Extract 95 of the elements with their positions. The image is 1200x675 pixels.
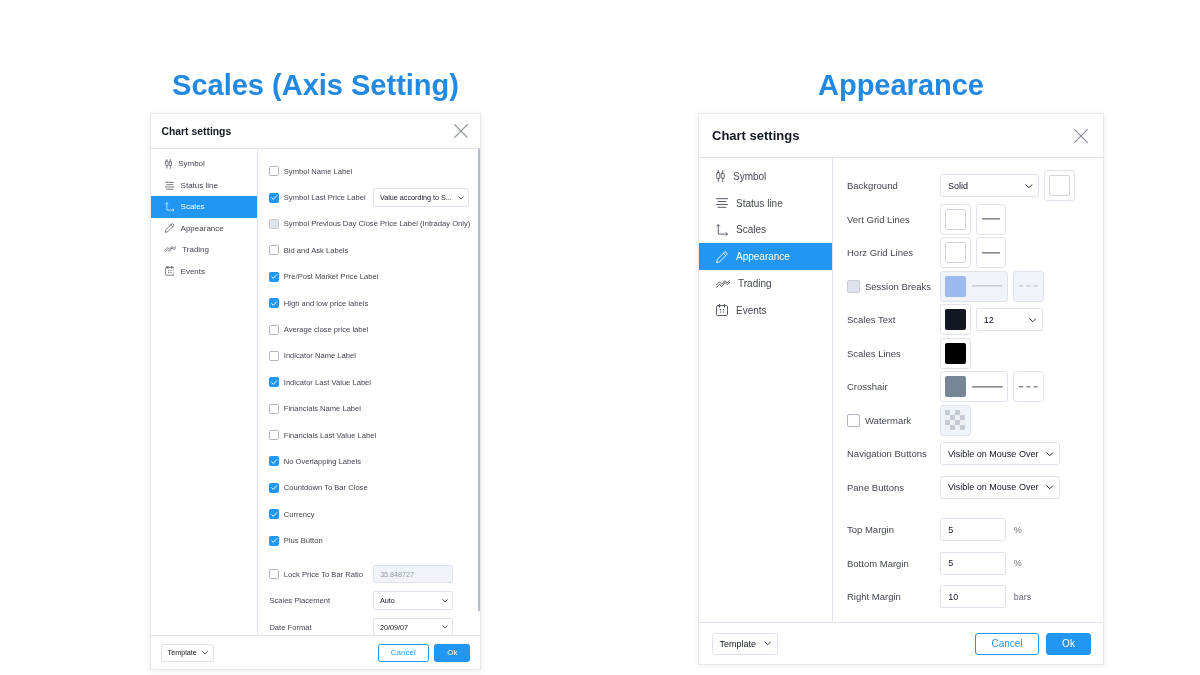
checkbox[interactable] [269,350,280,361]
checkmark-icon [271,195,278,201]
chevron-down-icon [202,650,209,655]
setting-label: Watermark [865,414,912,426]
checkmark-icon [271,458,278,464]
setting-label: Crosshair [847,381,888,393]
line-style-button[interactable] [975,203,1007,235]
sidebar-tab[interactable]: Events [151,260,258,282]
checkmark-icon [271,300,278,306]
chevron-down-icon [1025,183,1033,188]
checkbox[interactable] [269,245,280,256]
setting-label: Bottom Margin [847,557,909,569]
sidebar-tab[interactable]: Events [699,297,832,324]
text-lines-icon [164,180,175,191]
chevron-down-icon [763,641,771,646]
setting-label: Background [847,180,898,192]
dropdown[interactable]: Solid [940,174,1039,198]
chevron-down-icon [442,598,448,603]
checkbox[interactable] [269,324,280,335]
line-style-button[interactable] [1013,371,1044,403]
input-field[interactable]: 5 [940,518,1006,542]
sidebar-tab[interactable]: Symbol [151,153,258,175]
axes-icon [716,224,728,236]
close-icon [1074,128,1088,143]
dropdown[interactable]: 12 [975,308,1043,332]
close-button[interactable] [454,124,468,139]
sidebar-tab[interactable]: Status line [151,174,258,197]
checkbox[interactable] [847,414,860,427]
chevron-down-icon [458,195,464,200]
unit-label: % [1013,524,1022,535]
solid-line-icon [972,285,1003,288]
unit-label: % [1013,558,1022,569]
sidebar-tab[interactable]: Appearance [151,217,258,239]
setting-label: Navigation Buttons [847,448,927,460]
setting-label: Top Margin [847,524,894,536]
calendar-icon [716,304,728,317]
scrollbar-thumb[interactable] [478,149,480,612]
checkbox[interactable] [269,535,280,546]
section-heading: Scales (Axis Setting) [172,68,459,103]
input-field[interactable]: 10 [940,585,1006,609]
template-dropdown[interactable]: Template [711,632,778,655]
sidebar-tab[interactable]: Symbol [699,163,832,190]
zigzag-icon [716,279,730,288]
close-button[interactable] [1074,128,1088,143]
close-icon [454,124,468,139]
checkbox[interactable] [269,403,280,414]
chevron-down-icon [1046,485,1054,490]
setting-label: Session Breaks [865,280,931,292]
sidebar-tab[interactable]: Trading [699,270,832,297]
pencil-icon [164,223,175,233]
text-lines-icon [716,197,728,210]
checkmark-icon [271,274,278,280]
solid-line-icon [972,385,1003,388]
checkmark-icon [271,485,278,491]
setting-label: Vert Grid Lines [847,213,910,225]
checkmark-icon [271,379,278,385]
setting-label: Pane Buttons [847,481,905,493]
dialog-title: Chart settings [161,125,232,137]
checkmark-icon [271,511,278,517]
checkbox[interactable] [269,377,280,388]
checkbox[interactable] [269,569,280,580]
calendar-icon [164,266,175,276]
pencil-icon [716,250,728,263]
checkbox[interactable] [269,166,280,177]
input-field[interactable]: 5 [940,551,1006,575]
line-color-button[interactable] [940,371,1008,403]
setting-label: Right Margin [847,591,901,603]
checkbox[interactable] [269,456,280,467]
checkmark-icon [271,538,278,544]
line-style-button[interactable] [975,237,1007,269]
checkbox[interactable] [269,192,280,203]
chevron-down-icon [1046,451,1054,456]
setting-label: Horz Grid Lines [847,247,913,259]
candlestick-icon [716,170,725,183]
checkerboard-icon [945,410,966,431]
sidebar-tab[interactable]: Scales [699,216,832,244]
chevron-down-icon [1028,317,1037,322]
sidebar-tab[interactable]: Trading [151,238,258,261]
dropdown[interactable]: Visible on Mouse Over [940,475,1060,499]
axes-icon [164,202,175,212]
checkbox[interactable] [269,298,280,309]
section-heading: Appearance [818,68,984,103]
sidebar-tab[interactable]: Status line [699,189,832,217]
setting-label: Scales Text [847,314,896,326]
checkbox[interactable] [269,430,280,441]
checkbox[interactable] [269,482,280,493]
chevron-down-icon [442,625,448,629]
checkbox[interactable] [269,271,280,282]
candlestick-icon [164,159,172,169]
checkbox[interactable] [269,509,280,520]
unit-label: bars [1013,591,1032,602]
dialog-title: Chart settings [712,128,800,143]
setting-label: Scales Lines [847,347,901,359]
zigzag-icon [164,246,176,253]
dropdown[interactable]: Visible on Mouse Over [940,442,1060,466]
